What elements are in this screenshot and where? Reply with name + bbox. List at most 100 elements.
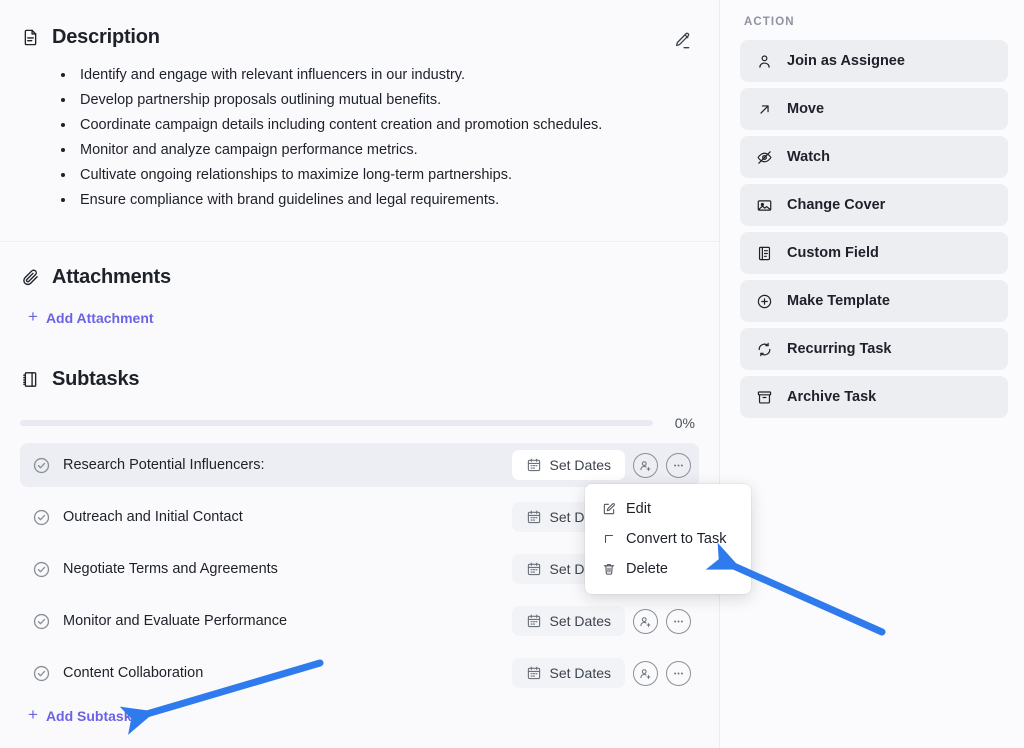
- context-menu-label: Delete: [626, 561, 668, 577]
- subtask-label: Negotiate Terms and Agreements: [63, 561, 512, 577]
- person-icon: [756, 53, 773, 70]
- description-item: Coordinate campaign details including co…: [76, 113, 699, 138]
- action-button-move[interactable]: Move: [740, 88, 1008, 130]
- subtask-checkbox-icon[interactable]: [32, 664, 51, 683]
- plus-icon: +: [28, 308, 38, 325]
- subtask-label: Content Collaboration: [63, 665, 512, 681]
- attachments-header: Attachments: [20, 266, 699, 289]
- subtasks-header: Subtasks: [20, 368, 699, 391]
- action-button-label: Watch: [787, 149, 830, 165]
- subtask-label: Outreach and Initial Contact: [63, 509, 512, 525]
- edit-description-button[interactable]: [669, 28, 695, 54]
- description-item: Identify and engage with relevant influe…: [76, 63, 699, 88]
- subtask-row-actions: Set Dates: [512, 606, 691, 636]
- subtask-more-options-button[interactable]: [666, 609, 691, 634]
- description-item: Ensure compliance with brand guidelines …: [76, 188, 699, 213]
- eye-off-icon: [756, 149, 773, 166]
- action-sidebar: ACTION Join as Assignee Move Watch Change C…: [720, 0, 1024, 748]
- action-button-make-template[interactable]: Make Template: [740, 280, 1008, 322]
- action-button-watch[interactable]: Watch: [740, 136, 1008, 178]
- plus-circle-icon: [756, 293, 773, 310]
- description-section: Description Identify and engage with rel…: [0, 0, 719, 242]
- action-button-label: Recurring Task: [787, 341, 892, 357]
- description-item: Monitor and analyze campaign performance…: [76, 138, 699, 163]
- subtask-checkbox-icon[interactable]: [32, 456, 51, 475]
- archive-icon: [756, 389, 773, 406]
- subtask-checkbox-icon[interactable]: [32, 560, 51, 579]
- description-header: Description: [20, 26, 699, 49]
- subtask-row-actions: Set Dates: [512, 450, 691, 480]
- assign-user-button[interactable]: [633, 453, 658, 478]
- subtask-row[interactable]: Content Collaboration Set Dates: [20, 651, 699, 695]
- description-bullet-list: Identify and engage with relevant influe…: [20, 63, 699, 213]
- add-attachment-label: Add Attachment: [46, 310, 154, 326]
- add-subtask-button[interactable]: + Add Subtask: [26, 705, 134, 726]
- document-icon: [20, 28, 40, 48]
- trash-icon: [601, 562, 616, 577]
- context-menu-item-delete[interactable]: Delete: [585, 554, 751, 584]
- subtask-row[interactable]: Research Potential Influencers: Set Dates: [20, 443, 699, 487]
- calendar-icon: [526, 457, 542, 473]
- add-subtask-label: Add Subtask: [46, 708, 132, 724]
- task-detail-screen: Description Identify and engage with rel…: [0, 0, 1024, 748]
- pencil-icon: [672, 31, 692, 51]
- subtask-checkbox-icon[interactable]: [32, 508, 51, 527]
- add-subtask-wrap: + Add Subtask: [20, 703, 699, 726]
- assign-user-button[interactable]: [633, 661, 658, 686]
- action-button-change-cover[interactable]: Change Cover: [740, 184, 1008, 226]
- set-dates-button[interactable]: Set Dates: [512, 658, 625, 688]
- assign-user-button[interactable]: [633, 609, 658, 634]
- context-menu-label: Edit: [626, 501, 651, 517]
- subtasks-progress: 0%: [20, 415, 699, 431]
- action-button-custom-field[interactable]: Custom Field: [740, 232, 1008, 274]
- action-button-label: Move: [787, 101, 824, 117]
- set-dates-label: Set Dates: [550, 613, 611, 629]
- calendar-icon: [526, 613, 542, 629]
- subtask-row[interactable]: Monitor and Evaluate PerformanceSet Date…: [20, 599, 699, 643]
- context-menu-item-edit[interactable]: Edit: [585, 494, 751, 524]
- subtask-context-menu[interactable]: Edit Convert to Task: [585, 484, 751, 594]
- action-button-list: Join as Assignee Move Watch Change Cover Cus…: [740, 40, 1008, 418]
- add-attachment-button[interactable]: + Add Attachment: [26, 307, 156, 328]
- calendar-icon: [526, 509, 542, 525]
- action-button-label: Custom Field: [787, 245, 879, 261]
- paperclip-icon: [20, 268, 40, 288]
- arrow-up-left-icon: [601, 532, 616, 547]
- subtasks-title: Subtasks: [52, 368, 139, 391]
- action-button-label: Change Cover: [787, 197, 885, 213]
- image-icon: [756, 197, 773, 214]
- description-item: Develop partnership proposals outlining …: [76, 88, 699, 113]
- calendar-icon: [526, 665, 542, 681]
- task-main-column: Description Identify and engage with rel…: [0, 0, 720, 748]
- refresh-icon: [756, 341, 773, 358]
- action-button-join-as-assignee[interactable]: Join as Assignee: [740, 40, 1008, 82]
- subtask-label: Research Potential Influencers:: [63, 457, 512, 473]
- plus-icon: +: [28, 706, 38, 723]
- set-dates-label: Set Dates: [550, 665, 611, 681]
- edit-square-icon: [601, 502, 616, 517]
- set-dates-label: Set Dates: [550, 457, 611, 473]
- attachments-title: Attachments: [52, 266, 171, 289]
- action-button-archive-task[interactable]: Archive Task: [740, 376, 1008, 418]
- set-dates-button[interactable]: Set Dates: [512, 606, 625, 636]
- progress-percent-label: 0%: [665, 415, 695, 431]
- subtask-more-options-button[interactable]: [666, 661, 691, 686]
- action-button-label: Join as Assignee: [787, 53, 905, 69]
- calendar-icon: [526, 561, 542, 577]
- subtask-more-options-button[interactable]: [666, 453, 691, 478]
- context-menu-item-convert-to-task[interactable]: Convert to Task: [585, 524, 751, 554]
- subtask-checkbox-icon[interactable]: [32, 612, 51, 631]
- action-button-recurring-task[interactable]: Recurring Task: [740, 328, 1008, 370]
- subtask-row-actions: Set Dates: [512, 658, 691, 688]
- description-title: Description: [52, 26, 160, 49]
- context-menu-label: Convert to Task: [626, 531, 726, 547]
- action-button-label: Archive Task: [787, 389, 876, 405]
- set-dates-button[interactable]: Set Dates: [512, 450, 625, 480]
- action-panel-label: ACTION: [744, 16, 1008, 28]
- progress-track: [20, 420, 653, 426]
- action-button-label: Make Template: [787, 293, 890, 309]
- attachments-section: Attachments + Add Attachment: [0, 242, 719, 338]
- description-item: Cultivate ongoing relationships to maxim…: [76, 163, 699, 188]
- list-panel-icon: [756, 245, 773, 262]
- notebook-icon: [20, 370, 40, 390]
